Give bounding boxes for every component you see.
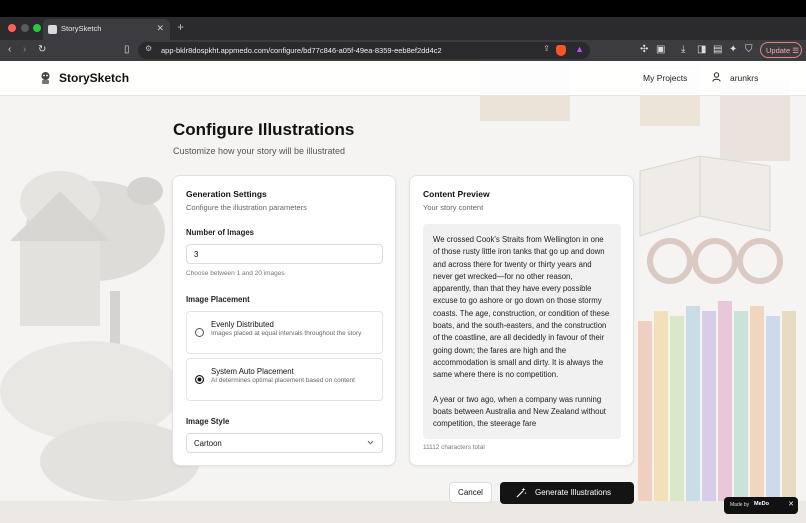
image-style-select[interactable]: Cartoon	[186, 433, 383, 453]
page-title: Configure Illustrations	[173, 120, 355, 139]
number-of-images-hint: Choose between 1 and 20 images	[186, 270, 285, 277]
storysketch-logo-icon	[41, 72, 50, 84]
brave-shields-icon[interactable]	[556, 45, 566, 56]
browser-tab[interactable]: StorySketch ✕	[43, 19, 170, 40]
window-minimize-button[interactable]	[21, 24, 29, 32]
placement-option-desc: Images placed at equal intervals through…	[211, 330, 362, 337]
update-button[interactable]: Update ☰	[760, 42, 802, 58]
bookmark-icon[interactable]: ▯	[124, 43, 130, 57]
nav-my-projects-link[interactable]: My Projects	[643, 73, 687, 83]
chevron-down-icon	[367, 440, 374, 445]
forward-icon[interactable]: ›	[23, 43, 26, 57]
generation-settings-card: Generation Settings Configure the illust…	[172, 175, 396, 466]
new-tab-icon[interactable]: +	[177, 20, 184, 34]
user-icon	[712, 72, 721, 82]
reader-icon[interactable]: ▣	[656, 43, 665, 57]
cancel-button[interactable]: Cancel	[449, 482, 492, 503]
settings-card-title: Generation Settings	[186, 189, 267, 199]
made-by-badge[interactable]: Made by MeDo ✕	[724, 497, 798, 514]
brave-rewards-icon[interactable]: ▲	[575, 44, 584, 54]
image-placement-label: Image Placement	[186, 295, 250, 304]
page-subtitle: Customize how your story will be illustr…	[173, 146, 346, 156]
tab-title: StorySketch	[61, 24, 102, 33]
placement-option-evenly-distributed[interactable]: Evenly Distributed Images placed at equa…	[186, 311, 383, 354]
badge-close-icon[interactable]: ✕	[788, 500, 794, 508]
address-bar[interactable]: ⚙ app-bklr8dospkht.appmedo.com/configure…	[138, 42, 590, 59]
preview-card-title: Content Preview	[423, 189, 490, 199]
system-top-bar	[0, 0, 806, 17]
settings-card-subtitle: Configure the illustration parameters	[186, 203, 307, 212]
site-header: StorySketch My Projects arunkrs	[0, 61, 806, 96]
leo-ai-icon[interactable]: ✦	[729, 43, 737, 57]
reload-icon[interactable]: ↻	[38, 43, 46, 57]
magic-wand-icon	[516, 487, 527, 498]
image-style-label: Image Style	[186, 417, 230, 426]
placement-option-title: System Auto Placement	[211, 367, 294, 376]
story-paragraph: We crossed Cook's Straits from Wellingto…	[433, 235, 610, 380]
story-paragraph: A year or two ago, when a company was ru…	[433, 394, 606, 429]
download-icon[interactable]: ⤓	[681, 43, 685, 57]
made-by-text: Made by	[730, 502, 750, 508]
user-menu[interactable]: arunkrs	[730, 73, 758, 83]
back-icon[interactable]: ‹	[8, 43, 11, 57]
browser-toolbar: ‹ › ↻ ▯ ⚙ app-bklr8dospkht.appmedo.com/c…	[0, 40, 806, 61]
image-style-value: Cartoon	[194, 439, 222, 448]
medo-logo: MeDo	[754, 501, 769, 507]
character-count: 11112 characters total	[423, 444, 485, 451]
number-of-images-label: Number of Images	[186, 228, 255, 237]
sidebar-icon[interactable]: ◨	[697, 43, 706, 57]
browser-tab-strip: StorySketch ✕ +	[0, 17, 806, 40]
tab-close-icon[interactable]: ✕	[156, 23, 164, 34]
brand-name[interactable]: StorySketch	[59, 71, 129, 85]
page-viewport: StorySketch My Projects arunkrs Configur…	[0, 61, 806, 523]
site-settings-icon[interactable]: ⚙	[145, 44, 152, 53]
content-preview-card: Content Preview Your story content We cr…	[409, 175, 634, 466]
extensions-icon[interactable]: ✣	[640, 43, 648, 57]
background-illustration	[0, 61, 806, 523]
wallet-icon[interactable]: ▤	[713, 43, 722, 57]
share-icon[interactable]: ⇪	[543, 44, 550, 53]
tab-favicon-icon	[48, 25, 57, 34]
placement-radio-evenly[interactable]	[195, 328, 204, 337]
placement-radio-auto[interactable]	[195, 375, 204, 384]
url-text[interactable]: app-bklr8dospkht.appmedo.com/configure/b…	[161, 46, 442, 55]
window-zoom-button[interactable]	[33, 24, 41, 32]
update-label: Update	[766, 46, 791, 55]
vpn-icon[interactable]: ⛉	[745, 43, 753, 57]
number-of-images-input[interactable]: 3	[186, 244, 383, 264]
placement-option-title: Evenly Distributed	[211, 320, 274, 329]
generate-label: Generate Illustrations	[535, 488, 612, 497]
cancel-label: Cancel	[458, 488, 483, 497]
preview-card-subtitle: Your story content	[423, 203, 484, 212]
placement-option-system-auto[interactable]: System Auto Placement AI determines opti…	[186, 358, 383, 401]
generate-illustrations-button[interactable]: Generate Illustrations	[500, 482, 634, 504]
placement-option-desc: AI determines optimal placement based on…	[211, 377, 355, 384]
window-close-button[interactable]	[8, 24, 16, 32]
story-content-preview[interactable]: We crossed Cook's Straits from Wellingto…	[423, 224, 621, 439]
